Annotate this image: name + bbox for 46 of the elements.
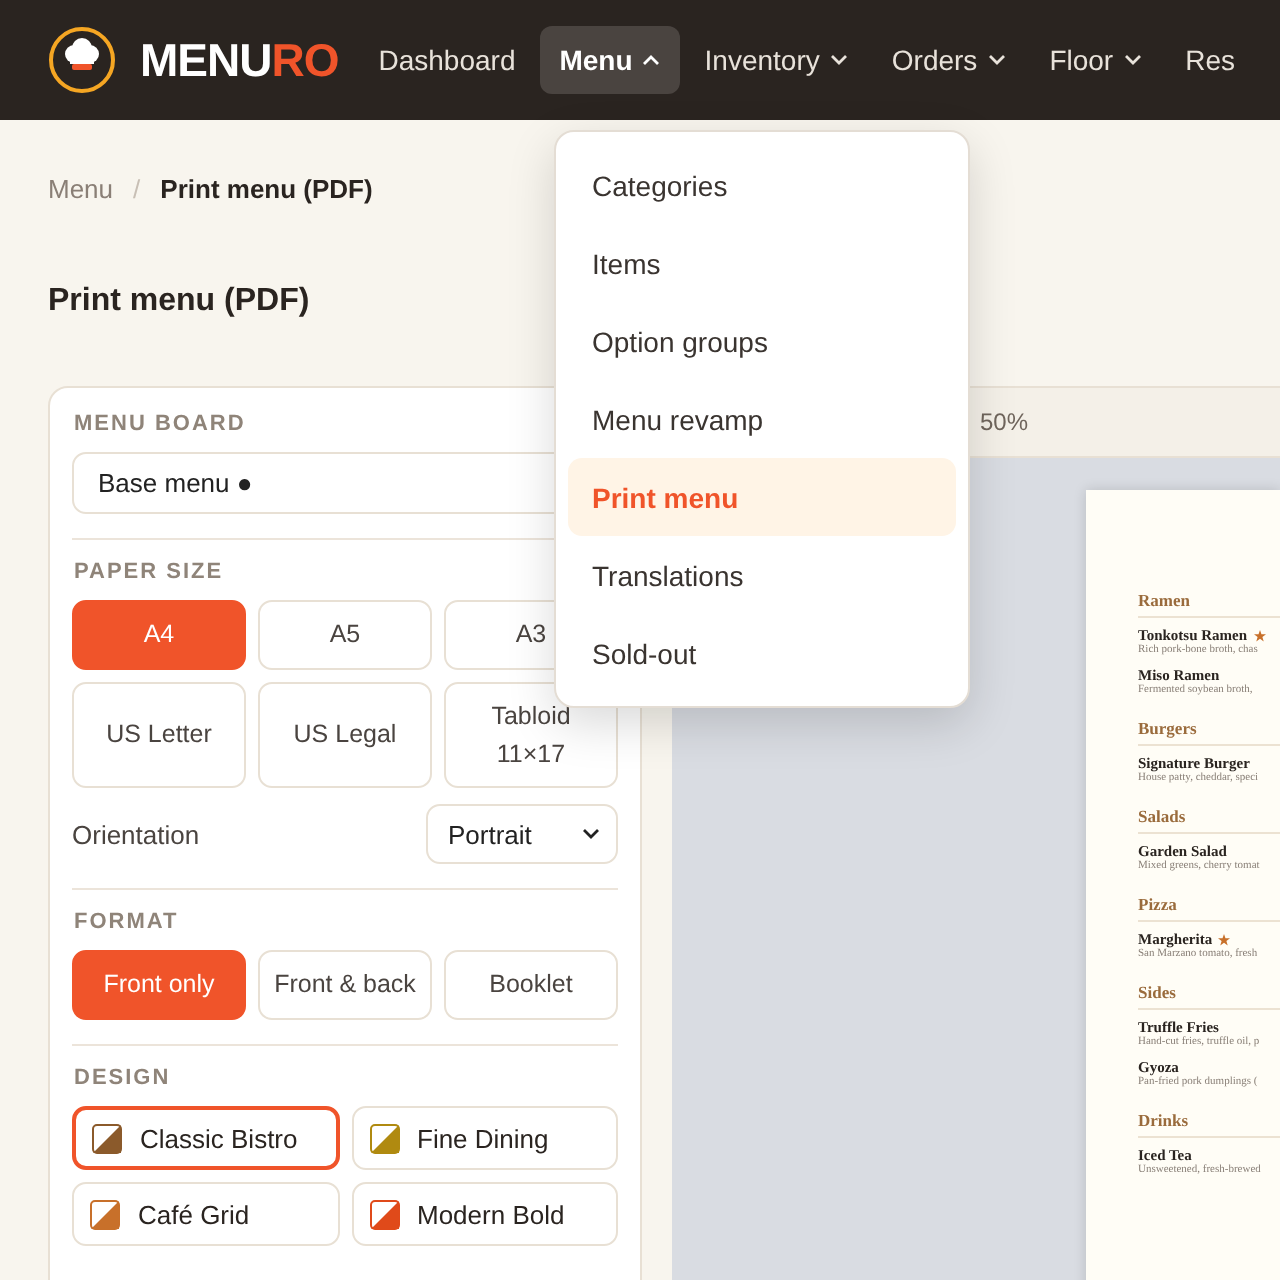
dropdown-item[interactable]: Categories bbox=[568, 146, 956, 224]
menu-section-heading: Sides bbox=[1138, 970, 1280, 1010]
orientation-label: Orientation bbox=[72, 819, 200, 849]
format-option[interactable]: Front only bbox=[72, 950, 246, 1020]
star-icon bbox=[1253, 629, 1266, 641]
section-label: FORMAT bbox=[74, 910, 181, 934]
breadcrumb-link[interactable]: Menu bbox=[48, 173, 114, 203]
design-option[interactable]: Café Grid bbox=[72, 1182, 339, 1246]
menu-section-heading: Pizza bbox=[1138, 882, 1280, 922]
zoom-level: 50% bbox=[980, 408, 1029, 436]
chevron-icon bbox=[987, 54, 1006, 66]
orientation-select[interactable]: Portrait bbox=[426, 804, 618, 864]
design-option[interactable]: Classic Bistro bbox=[72, 1106, 339, 1170]
menu-section-heading: Ramen bbox=[1138, 578, 1280, 618]
dropdown-item[interactable]: Option groups bbox=[568, 302, 956, 380]
chevron-icon bbox=[829, 54, 848, 66]
chef-hat-logo bbox=[48, 26, 116, 94]
design-option[interactable]: Fine Dining bbox=[351, 1106, 618, 1170]
breadcrumb-current: Print menu (PDF) bbox=[160, 173, 373, 203]
design-option[interactable]: Modern Bold bbox=[351, 1182, 618, 1246]
chevron-icon bbox=[582, 828, 600, 840]
menu-section-heading: Salads bbox=[1138, 794, 1280, 834]
menu-section-heading: Burgers bbox=[1138, 706, 1280, 746]
page-title: Print menu (PDF) bbox=[48, 282, 310, 322]
star-icon bbox=[1218, 933, 1231, 945]
paper-size-option[interactable]: US Legal bbox=[258, 682, 432, 788]
breadcrumb-separator: / bbox=[133, 173, 141, 203]
format-option[interactable]: Front & back bbox=[258, 950, 432, 1020]
nav-item[interactable]: Inventory bbox=[684, 26, 868, 94]
nav-item[interactable]: Menu bbox=[539, 26, 681, 94]
paper-size-option[interactable]: A5 bbox=[258, 600, 432, 670]
section-label: DESIGN bbox=[74, 1066, 173, 1090]
nav-item[interactable]: Orders bbox=[871, 26, 1026, 94]
paper-size-option[interactable]: Tabloid 11×17 bbox=[444, 682, 618, 788]
format-option[interactable]: Booklet bbox=[444, 950, 618, 1020]
chevron-icon bbox=[642, 54, 661, 66]
nav-item[interactable]: Res bbox=[1165, 26, 1255, 94]
brand-name: MENURO bbox=[140, 33, 339, 87]
paper-size-option[interactable]: US Letter bbox=[72, 682, 246, 788]
menu-section-heading: Drinks bbox=[1138, 1098, 1280, 1138]
dropdown-item[interactable]: Menu revamp bbox=[568, 380, 956, 458]
nav-item[interactable]: Dashboard bbox=[358, 26, 536, 94]
nav-item[interactable]: Floor bbox=[1029, 26, 1162, 94]
paper-size-option[interactable]: A4 bbox=[72, 600, 246, 670]
dropdown-item[interactable]: Items bbox=[568, 224, 956, 302]
chevron-icon bbox=[1123, 54, 1142, 66]
